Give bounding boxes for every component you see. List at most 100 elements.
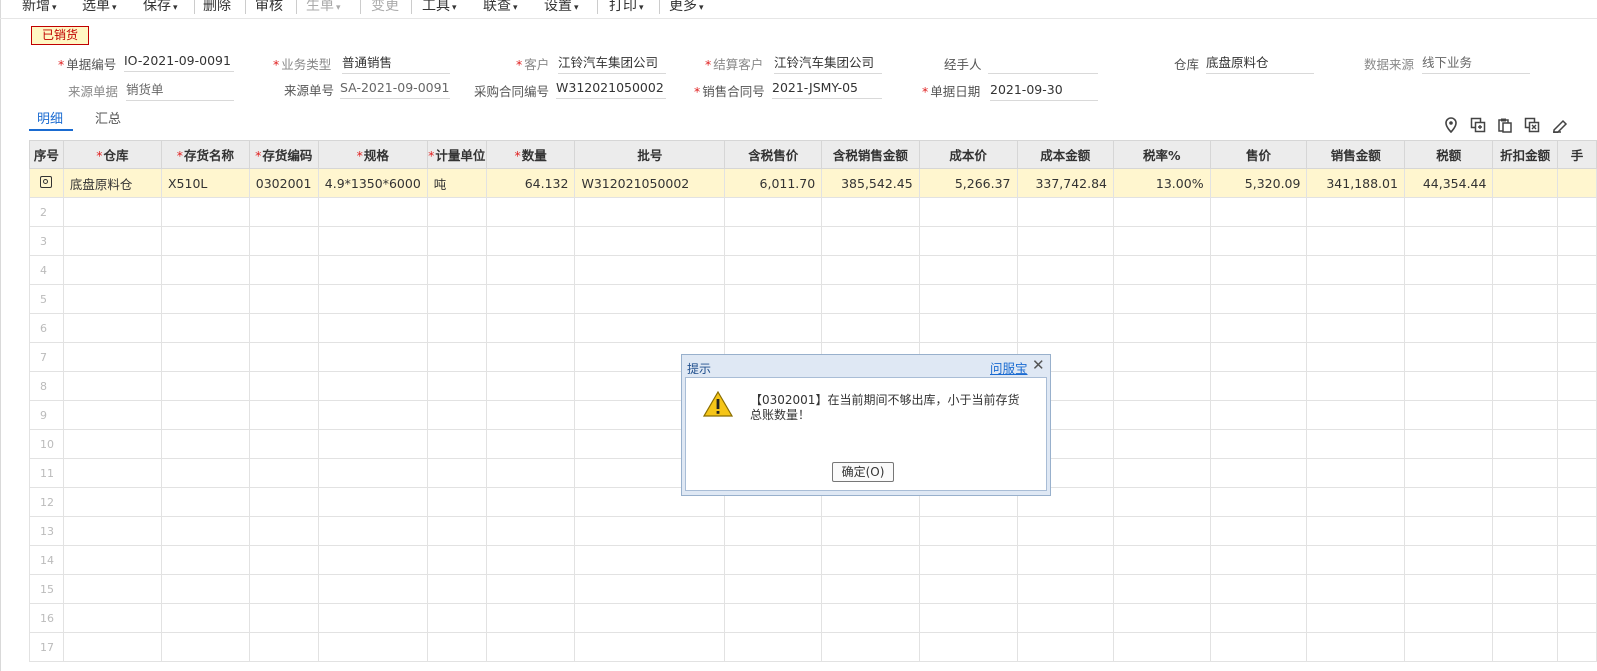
grid-cell[interactable] [821, 284, 920, 314]
toolbar-select-button[interactable]: 选单 ▾ [82, 0, 117, 15]
grid-cell[interactable] [821, 313, 920, 343]
grid-cell[interactable] [62, 429, 162, 459]
grid-cell[interactable] [485, 313, 576, 343]
grid-cell[interactable] [1556, 516, 1597, 546]
grid-cell[interactable] [1492, 429, 1558, 459]
grid-cell[interactable] [821, 632, 920, 662]
grid-cell[interactable] [1113, 342, 1211, 372]
grid-cell[interactable] [918, 313, 1018, 343]
grid-cell[interactable] [248, 400, 319, 430]
grid-cell[interactable] [160, 284, 250, 314]
grid-cell[interactable] [1113, 255, 1211, 285]
grid-cell[interactable] [317, 226, 428, 256]
cell-item-code[interactable]: 0302001 [248, 168, 319, 198]
grid-cell[interactable] [1492, 487, 1558, 517]
delete-row-icon[interactable] [1524, 117, 1540, 133]
grid-cell[interactable] [248, 429, 319, 459]
grid-cell[interactable] [426, 632, 487, 662]
grid-cell[interactable] [317, 603, 428, 633]
cell-tax-rate[interactable]: 13.00% [1113, 168, 1211, 198]
grid-cell[interactable] [1016, 516, 1115, 546]
grid-cell[interactable] [1306, 458, 1405, 488]
grid-cell[interactable] [426, 574, 487, 604]
grid-cell[interactable] [1556, 545, 1597, 575]
grid-cell[interactable] [248, 603, 319, 633]
cell-overflow[interactable] [1556, 168, 1597, 198]
grid-cell[interactable] [574, 632, 726, 662]
grid-cell[interactable] [1209, 313, 1308, 343]
grid-cell[interactable] [1113, 458, 1211, 488]
grid-cell[interactable] [1209, 226, 1308, 256]
grid-cell[interactable] [918, 284, 1018, 314]
grid-cell[interactable] [485, 487, 576, 517]
table-row[interactable]: 2 [29, 197, 1597, 227]
grid-cell[interactable] [1113, 284, 1211, 314]
grid-cell[interactable] [426, 603, 487, 633]
grid-cell[interactable] [1492, 632, 1558, 662]
cell-qty[interactable]: 64.132 [485, 168, 576, 198]
grid-cell[interactable] [426, 429, 487, 459]
grid-cell[interactable] [1403, 284, 1494, 314]
po-no-field[interactable]: W312021050002 [556, 80, 666, 99]
grid-cell[interactable] [248, 516, 319, 546]
grid-cell[interactable] [918, 197, 1018, 227]
grid-cell[interactable] [426, 342, 487, 372]
grid-cell[interactable] [1492, 197, 1558, 227]
grid-cell[interactable] [317, 574, 428, 604]
grid-cell[interactable] [574, 545, 726, 575]
row-settings-icon[interactable] [40, 175, 53, 188]
grid-cell[interactable] [1306, 574, 1405, 604]
grid-cell[interactable] [62, 197, 162, 227]
grid-cell[interactable] [724, 603, 823, 633]
toolbar-delete-button[interactable]: 删除 [203, 0, 231, 15]
grid-cell[interactable] [426, 284, 487, 314]
tab-summary[interactable]: 汇总 [95, 108, 121, 127]
grid-cell[interactable] [1556, 632, 1597, 662]
table-row[interactable]: 底盘原料仓 X510L 0302001 4.9*1350*6000 吨 64.1… [29, 168, 1597, 198]
cell-tax-price[interactable]: 6,011.70 [724, 168, 823, 198]
cell-discount[interactable] [1492, 168, 1558, 198]
grid-cell[interactable] [160, 226, 250, 256]
grid-cell[interactable] [574, 255, 726, 285]
grid-cell[interactable] [1113, 371, 1211, 401]
grid-cell[interactable] [918, 545, 1018, 575]
grid-cell[interactable] [821, 603, 920, 633]
grid-cell[interactable] [918, 632, 1018, 662]
toolbar-change-button[interactable]: 变更 [371, 0, 399, 15]
grid-cell[interactable] [160, 313, 250, 343]
toolbar-print-button[interactable]: 打印 ▾ [609, 0, 644, 15]
grid-cell[interactable] [426, 371, 487, 401]
grid-cell[interactable] [248, 255, 319, 285]
grid-cell[interactable] [724, 226, 823, 256]
settle-customer-field[interactable]: 江铃汽车集团公司 [774, 55, 882, 74]
grid-cell[interactable] [574, 313, 726, 343]
grid-cell[interactable] [1113, 197, 1211, 227]
cell-price[interactable]: 5,320.09 [1209, 168, 1308, 198]
grid-cell[interactable] [1556, 197, 1597, 227]
grid-cell[interactable] [918, 516, 1018, 546]
grid-cell[interactable] [1556, 342, 1597, 372]
grid-cell[interactable] [1556, 255, 1597, 285]
grid-cell[interactable] [248, 342, 319, 372]
grid-cell[interactable] [1016, 603, 1115, 633]
dialog-help-link[interactable]: 问服宝 [990, 358, 1028, 377]
grid-cell[interactable] [62, 226, 162, 256]
grid-cell[interactable] [160, 458, 250, 488]
grid-cell[interactable] [1403, 429, 1494, 459]
grid-cell[interactable] [485, 545, 576, 575]
grid-cell[interactable] [1209, 255, 1308, 285]
toolbar-save-button[interactable]: 保存 ▾ [143, 0, 178, 15]
toolbar-generate-button[interactable]: 生单 ▾ [306, 0, 341, 15]
customer-field[interactable]: 江铃汽车集团公司 [558, 55, 666, 74]
grid-cell[interactable] [1306, 632, 1405, 662]
grid-cell[interactable] [248, 313, 319, 343]
grid-cell[interactable] [1209, 371, 1308, 401]
source-no-field[interactable]: SA-2021-09-0091 [340, 80, 450, 99]
grid-cell[interactable] [1403, 226, 1494, 256]
grid-cell[interactable] [426, 516, 487, 546]
grid-cell[interactable] [918, 574, 1018, 604]
grid-cell[interactable] [317, 400, 428, 430]
grid-cell[interactable] [248, 487, 319, 517]
grid-cell[interactable] [1306, 487, 1405, 517]
grid-cell[interactable] [317, 545, 428, 575]
